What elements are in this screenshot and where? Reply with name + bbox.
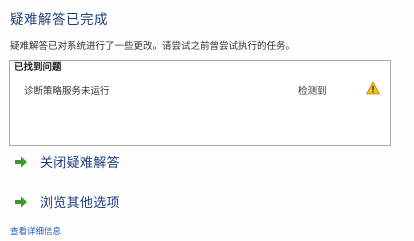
troubleshooter-complete-page: 疑难解答已完成 疑难解答已对系统进行了一些更改。请尝试之前曾尝试执行的任务。 已… (0, 0, 414, 241)
problem-status: 检测到 (298, 86, 327, 97)
warning-icon (366, 81, 380, 95)
page-title: 疑难解答已完成 (10, 12, 108, 28)
browse-options-label: 浏览其他选项 (40, 196, 120, 211)
green-arrow-icon (15, 156, 27, 167)
close-troubleshooter-label: 关闭疑难解答 (40, 156, 120, 171)
green-arrow-icon (15, 196, 27, 207)
problem-row[interactable]: 诊断策略服务未运行 检测到 (10, 76, 390, 100)
close-troubleshooter-link[interactable]: 关闭疑难解答 (14, 152, 120, 171)
view-details-link[interactable]: 查看详细信息 (10, 225, 61, 237)
problems-header: 已找到问题 (14, 62, 62, 73)
page-description: 疑难解答已对系统进行了一些更改。请尝试之前曾尝试执行的任务。 (10, 41, 296, 52)
problem-name: 诊断策略服务未运行 (24, 86, 110, 97)
problems-found-box: 已找到问题 诊断策略服务未运行 检测到 (9, 60, 391, 146)
browse-options-link[interactable]: 浏览其他选项 (14, 192, 120, 211)
